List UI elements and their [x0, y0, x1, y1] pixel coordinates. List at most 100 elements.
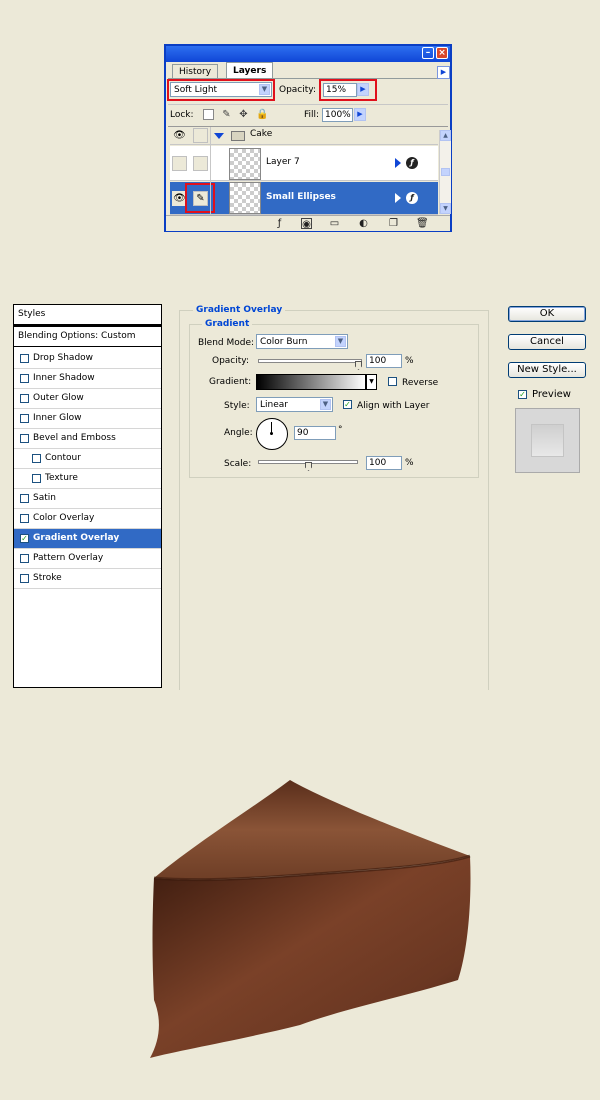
chevron-down-icon: ▼	[335, 336, 346, 347]
opacity-slider[interactable]	[258, 359, 362, 363]
opacity-slider-button[interactable]: ▶	[357, 83, 369, 96]
palette-titlebar: – ×	[166, 46, 450, 62]
blend-mode-select[interactable]: Soft Light ▼	[170, 82, 272, 97]
align-with-layer-checkbox[interactable]: ✓	[343, 400, 352, 409]
scale-input[interactable]: 100	[366, 456, 402, 470]
layer-name[interactable]: Small Ellipses	[266, 192, 336, 202]
eye-icon[interactable]: 👁	[172, 128, 187, 143]
effect-item[interactable]: Inner Shadow	[14, 369, 161, 389]
layer-thumbnail[interactable]	[229, 148, 261, 180]
gradient-picker-chevron-icon[interactable]: ▼	[366, 374, 377, 390]
effect-checkbox[interactable]	[20, 434, 29, 443]
cake-slice-image	[150, 780, 471, 1058]
angle-unit: °	[338, 425, 343, 435]
blend-mode-label: Blend Mode:	[198, 338, 255, 348]
opacity-label: Opacity:	[212, 356, 249, 366]
preview-checkbox[interactable]: ✓	[518, 390, 527, 399]
effect-item[interactable]: Satin	[14, 489, 161, 509]
blend-mode-value: Soft Light	[174, 85, 218, 95]
ok-button[interactable]: OK	[508, 306, 586, 322]
adjustment-layer-icon[interactable]: ◐	[358, 218, 369, 229]
effect-checkbox[interactable]	[20, 554, 29, 563]
angle-center	[270, 432, 273, 435]
effect-label: Outer Glow	[33, 393, 84, 403]
gradient-blend-mode-select[interactable]: Color Burn ▼	[256, 334, 348, 349]
effect-item[interactable]: Bevel and Emboss	[14, 429, 161, 449]
gradient-label: Gradient:	[209, 377, 252, 387]
effect-item[interactable]: Stroke	[14, 569, 161, 589]
effect-checkbox[interactable]	[20, 354, 29, 363]
scroll-thumb[interactable]	[441, 168, 450, 176]
angle-input[interactable]: 90	[294, 426, 336, 440]
group-name: Cake	[250, 129, 273, 139]
effect-item[interactable]: Pattern Overlay	[14, 549, 161, 569]
effect-checkbox[interactable]	[20, 514, 29, 523]
expand-triangle-icon[interactable]	[214, 133, 224, 139]
new-layer-icon[interactable]: ❐	[388, 218, 399, 229]
close-button[interactable]: ×	[436, 47, 448, 59]
link-cell[interactable]	[193, 156, 208, 171]
fill-field[interactable]: 100%	[322, 108, 353, 122]
effect-checkbox[interactable]: ✓	[20, 534, 29, 543]
effect-checkbox[interactable]	[20, 394, 29, 403]
scroll-down-button[interactable]: ▼	[440, 203, 451, 214]
effect-item[interactable]: Outer Glow	[14, 389, 161, 409]
effect-item[interactable]: Inner Glow	[14, 409, 161, 429]
trash-icon[interactable]: 🗑	[416, 218, 429, 229]
lock-move-icon[interactable]: ✥	[238, 109, 249, 120]
styles-header[interactable]: Styles	[14, 305, 161, 325]
chevron-down-icon: ▼	[259, 84, 270, 95]
fill-slider-button[interactable]: ▶	[354, 108, 366, 121]
lock-all-icon[interactable]: 🔒	[256, 109, 268, 120]
add-style-icon[interactable]: ƒ	[274, 218, 285, 229]
effect-label: Stroke	[33, 573, 62, 583]
effect-label: Bevel and Emboss	[33, 433, 116, 443]
layers-palette: – × History Layers ▶ Soft Light ▼ Opacit…	[164, 44, 452, 232]
lock-brush-icon[interactable]: ✎	[221, 109, 232, 120]
angle-dial[interactable]	[256, 418, 288, 450]
effect-item[interactable]: Color Overlay	[14, 509, 161, 529]
styles-header-label: Styles	[18, 309, 46, 319]
effect-checkbox[interactable]	[32, 474, 41, 483]
tab-history[interactable]: History	[172, 64, 219, 79]
lock-transparent-icon[interactable]	[203, 109, 214, 120]
cancel-button[interactable]: Cancel	[508, 334, 586, 350]
style-label: Style:	[224, 401, 250, 411]
effect-item[interactable]: Texture	[14, 469, 161, 489]
effect-item[interactable]: Contour	[14, 449, 161, 469]
style-select[interactable]: Linear ▼	[256, 397, 333, 412]
effect-item[interactable]: Drop Shadow	[14, 349, 161, 369]
effect-checkbox[interactable]	[20, 414, 29, 423]
gradient-swatch[interactable]	[256, 374, 366, 390]
opacity-field[interactable]: 15%	[323, 83, 357, 97]
new-style-button[interactable]: New Style...	[508, 362, 586, 378]
opacity-input[interactable]: 100	[366, 354, 402, 368]
layers-bottom-toolbar: ƒ ◉ ▭ ◐ ❐ 🗑	[166, 215, 450, 231]
effects-expand-icon[interactable]	[395, 193, 401, 203]
blending-options-item[interactable]: Blending Options: Custom	[14, 327, 161, 347]
add-mask-icon[interactable]: ◉	[301, 218, 312, 230]
effects-expand-icon[interactable]	[395, 158, 401, 168]
effect-label: Gradient Overlay	[33, 533, 120, 543]
palette-menu-button[interactable]: ▶	[437, 66, 450, 79]
layer-thumbnail[interactable]	[229, 182, 261, 214]
effect-label: Pattern Overlay	[33, 553, 104, 563]
layers-scrollbar[interactable]: ▲ ▼	[439, 130, 451, 214]
effect-checkbox[interactable]	[20, 374, 29, 383]
minimize-button[interactable]: –	[422, 47, 434, 59]
effect-checkbox[interactable]	[32, 454, 41, 463]
link-cell[interactable]	[193, 128, 208, 143]
new-group-icon[interactable]: ▭	[329, 218, 340, 229]
effect-checkbox[interactable]	[20, 494, 29, 503]
scale-unit: %	[405, 458, 414, 468]
scroll-up-button[interactable]: ▲	[440, 130, 451, 141]
visibility-cell[interactable]	[172, 156, 187, 171]
effect-item[interactable]: ✓ Gradient Overlay	[14, 529, 161, 549]
layer-name[interactable]: Layer 7	[266, 157, 300, 167]
tab-layers[interactable]: Layers	[226, 62, 274, 79]
reverse-checkbox[interactable]	[388, 377, 397, 386]
divider	[168, 104, 448, 105]
effect-label: Drop Shadow	[33, 353, 94, 363]
effect-label: Texture	[45, 473, 78, 483]
effect-checkbox[interactable]	[20, 574, 29, 583]
